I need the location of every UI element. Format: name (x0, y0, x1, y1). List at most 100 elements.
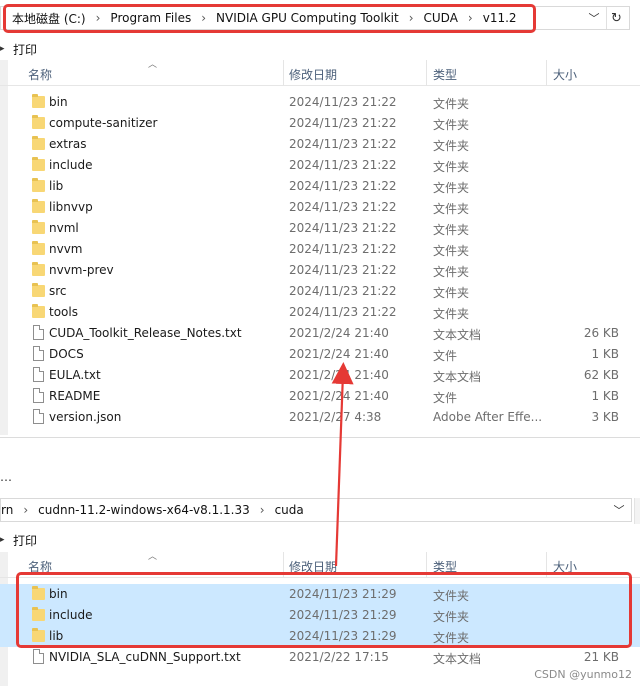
cell-name[interactable]: tools (49, 305, 78, 319)
column-date[interactable]: 修改日期 (289, 66, 337, 83)
cell-name[interactable]: README (49, 389, 100, 403)
file-list-top: bin 2024/11/23 21:22 文件夹 compute-sanitizer 2… (0, 92, 640, 428)
column-divider[interactable] (426, 60, 427, 86)
column-name[interactable]: 名称 (28, 66, 52, 83)
chevron-right-icon[interactable]: › (409, 11, 414, 25)
table-row[interactable]: nvvm 2024/11/23 21:22 文件夹 (0, 239, 640, 260)
table-row[interactable]: tools 2024/11/23 21:22 文件夹 (0, 302, 640, 323)
table-row[interactable]: nvml 2024/11/23 21:22 文件夹 (0, 218, 640, 239)
breadcrumb-cudnn[interactable]: cudnn-11.2-windows-x64-v8.1.1.33 (38, 503, 250, 517)
scrollbar-right[interactable] (634, 498, 640, 524)
refresh-icon[interactable]: ↻ (606, 7, 626, 29)
watermark: CSDN @yunmo12 (534, 668, 632, 681)
column-name[interactable]: 名称 (28, 558, 52, 575)
cell-name[interactable]: libnvvp (49, 200, 93, 214)
cell-size: 1 KB (591, 347, 619, 361)
chevron-right-icon[interactable]: › (23, 503, 28, 517)
column-size[interactable]: 大小 (553, 558, 577, 575)
chevron-right-icon[interactable]: › (468, 11, 473, 25)
column-divider[interactable] (546, 60, 547, 86)
address-dropdown-icon[interactable]: ﹀ (584, 7, 604, 29)
folder-icon (32, 94, 45, 108)
breadcrumb-cuda-sub[interactable]: cuda (275, 503, 304, 517)
cell-name[interactable]: lib (49, 629, 63, 643)
table-row[interactable]: extras 2024/11/23 21:22 文件夹 (0, 134, 640, 155)
table-row[interactable]: version.json 2021/2/27 4:38 Adobe After Ef… (0, 407, 640, 428)
cell-name[interactable]: NVIDIA_SLA_cuDNN_Support.txt (49, 650, 241, 664)
address-bar-bottom[interactable]: rn › cudnn-11.2-windows-x64-v8.1.1.33 › … (0, 498, 632, 522)
breadcrumb-parent[interactable]: rn (1, 503, 13, 517)
text-file-icon (33, 649, 44, 664)
cell-name[interactable]: DOCS (49, 347, 84, 361)
cell-type: 文件夹 (433, 181, 470, 195)
column-type[interactable]: 类型 (433, 558, 457, 575)
cell-type: 文件夹 (433, 202, 470, 216)
cell-date: 2021/2/27 4:38 (289, 410, 382, 424)
breadcrumb-program-files[interactable]: Program Files (110, 11, 191, 25)
address-dropdown-icon[interactable]: ﹀ (609, 499, 629, 521)
cell-name[interactable]: bin (49, 95, 68, 109)
print-button[interactable]: 打印 (13, 41, 37, 58)
table-row[interactable]: libnvvp 2024/11/23 21:22 文件夹 (0, 197, 640, 218)
table-row[interactable]: bin 2024/11/23 21:29 文件夹 (0, 584, 640, 605)
chevron-right-icon[interactable]: › (201, 11, 206, 25)
table-row[interactable]: nvvm-prev 2024/11/23 21:22 文件夹 (0, 260, 640, 281)
cell-name[interactable]: include (49, 158, 92, 172)
table-row[interactable]: bin 2024/11/23 21:22 文件夹 (0, 92, 640, 113)
table-row[interactable]: EULA.txt 2021/2/24 21:40 文本文档 62 KB (0, 365, 640, 386)
cell-name[interactable]: src (49, 284, 67, 298)
cell-date: 2024/11/23 21:22 (289, 116, 397, 130)
address-bar-top[interactable]: 本地磁盘 (C:) › Program Files › NVIDIA GPU C… (0, 6, 630, 30)
column-divider[interactable] (426, 552, 427, 578)
table-row[interactable]: lib 2024/11/23 21:29 文件夹 (0, 626, 640, 647)
column-divider[interactable] (283, 60, 284, 86)
column-divider[interactable] (546, 552, 547, 578)
chevron-right-icon[interactable]: › (260, 503, 265, 517)
cell-name[interactable]: version.json (49, 410, 121, 424)
cell-name[interactable]: CUDA_Toolkit_Release_Notes.txt (49, 326, 242, 340)
folder-icon (32, 220, 45, 234)
cell-type: 文件夹 (433, 265, 470, 279)
cell-name[interactable]: include (49, 608, 92, 622)
print-button[interactable]: 打印 (13, 532, 37, 549)
folder-icon (32, 262, 45, 276)
sort-up-icon: ︿ (148, 60, 158, 70)
cell-name[interactable]: EULA.txt (49, 368, 101, 382)
table-row[interactable]: DOCS 2021/2/24 21:40 文件 1 KB (0, 344, 640, 365)
window-gap (0, 437, 640, 497)
cell-name[interactable]: nvml (49, 221, 79, 235)
column-type[interactable]: 类型 (433, 66, 457, 83)
cell-date: 2021/2/24 21:40 (289, 368, 389, 382)
breadcrumb-nvidia-toolkit[interactable]: NVIDIA GPU Computing Toolkit (216, 11, 399, 25)
column-divider[interactable] (283, 552, 284, 578)
file-icon (33, 346, 44, 361)
cell-type: 文件夹 (433, 160, 470, 174)
table-row[interactable]: include 2024/11/23 21:22 文件夹 (0, 155, 640, 176)
breadcrumb-v11-2[interactable]: v11.2 (483, 11, 517, 25)
cell-name[interactable]: compute-sanitizer (49, 116, 157, 130)
cell-name[interactable]: nvvm (49, 242, 83, 256)
cell-size: 3 KB (591, 410, 619, 424)
column-date[interactable]: 修改日期 (289, 558, 337, 575)
cell-type: 文件夹 (433, 631, 470, 645)
cell-name[interactable]: bin (49, 587, 68, 601)
table-row[interactable]: src 2024/11/23 21:22 文件夹 (0, 281, 640, 302)
cell-date: 2024/11/23 21:22 (289, 305, 397, 319)
column-size[interactable]: 大小 (553, 66, 577, 83)
cell-date: 2024/11/23 21:22 (289, 284, 397, 298)
toolbar-top: ▸ 打印 (0, 40, 37, 58)
cell-name[interactable]: extras (49, 137, 87, 151)
cell-date: 2024/11/23 21:22 (289, 200, 397, 214)
cell-name[interactable]: nvvm-prev (49, 263, 114, 277)
table-row[interactable]: include 2024/11/23 21:29 文件夹 (0, 605, 640, 626)
chevron-right-icon[interactable]: › (96, 11, 101, 25)
table-row[interactable]: NVIDIA_SLA_cuDNN_Support.txt 2021/2/22 17… (0, 647, 640, 668)
breadcrumb-cuda[interactable]: CUDA (424, 11, 458, 25)
table-row[interactable]: CUDA_Toolkit_Release_Notes.txt 2021/2/24 … (0, 323, 640, 344)
table-row[interactable]: compute-sanitizer 2024/11/23 21:22 文件夹 (0, 113, 640, 134)
table-row[interactable]: lib 2024/11/23 21:22 文件夹 (0, 176, 640, 197)
cell-name[interactable]: lib (49, 179, 63, 193)
table-row[interactable]: README 2021/2/24 21:40 文件 1 KB (0, 386, 640, 407)
breadcrumb-local-disk[interactable]: 本地磁盘 (C:) (12, 10, 86, 27)
folder-icon (32, 157, 45, 171)
